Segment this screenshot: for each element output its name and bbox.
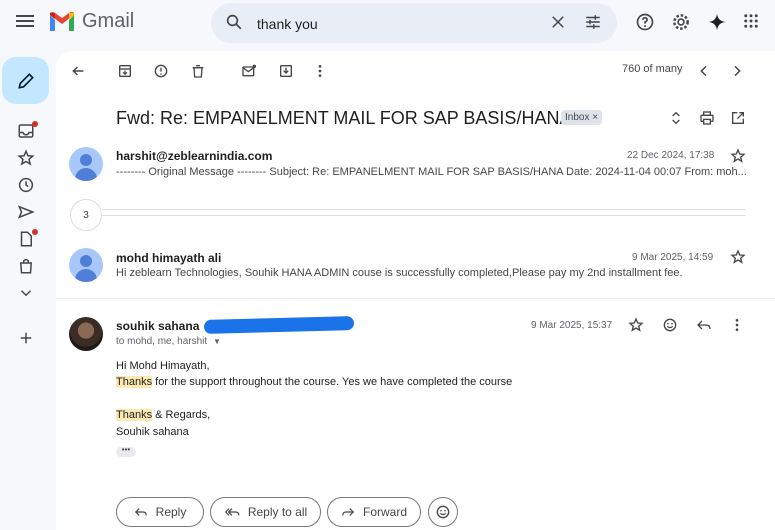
clear-search-icon[interactable] [549,13,567,31]
delete-trash-icon[interactable] [190,63,206,79]
recipients-dropdown-icon[interactable]: ▼ [213,337,221,346]
message-date: 9 Mar 2025, 15:37 [531,320,613,331]
gmail-m-icon [50,11,74,31]
chevron-down-icon[interactable] [17,284,35,302]
add-label-plus-icon[interactable] [17,329,35,347]
recipients-text: to mohd, me, harshit [116,336,208,347]
reply-icon [134,508,147,516]
report-spam-icon[interactable] [153,63,169,79]
gemini-sparkle-icon[interactable] [707,12,727,32]
newer-chevron-left-icon[interactable] [696,63,712,79]
message-date: 9 Mar 2025, 14:59 [632,252,714,263]
open-in-new-window-icon[interactable] [730,110,746,126]
remove-label-icon[interactable]: × [592,112,598,123]
search-input[interactable] [257,13,537,35]
mark-unread-icon[interactable] [241,63,257,79]
inbox-unread-dot [32,121,38,127]
settings-gear-icon[interactable] [671,12,691,32]
search-icon[interactable] [225,13,243,31]
starred-icon[interactable] [17,149,35,167]
app-name: Gmail [82,10,135,32]
forward-button[interactable]: Forward [327,497,421,527]
emoji-react-button[interactable] [428,497,458,527]
message-date: 22 Dec 2024, 17:38 [627,150,715,161]
top-bar: Gmail [0,0,775,46]
message-sender[interactable]: mohd himayath ali [116,251,221,265]
sent-icon[interactable] [17,203,35,221]
email-greeting: Hi Mohd Himayath, [116,360,210,372]
collapsed-divider [102,215,746,216]
message-sender[interactable]: souhik sahana [116,319,199,333]
sender-avatar[interactable] [69,147,103,181]
back-arrow-icon[interactable] [70,63,86,79]
emoji-reaction-icon[interactable] [662,317,678,333]
redacted-email-mark [203,316,355,334]
sender-photo-avatar[interactable] [69,317,103,351]
thread-view: 760 of many Fwd: Re: EMPANELMENT MAIL FO… [56,51,775,530]
inbox-label-chip[interactable]: Inbox × [561,110,603,125]
apps-grid-icon[interactable] [742,12,760,30]
more-options-vertical-icon[interactable] [312,63,328,79]
forward-icon [342,508,355,516]
pencil-icon [17,72,34,89]
show-trimmed-content-button[interactable]: ••• [116,446,136,457]
main-menu-icon[interactable] [14,12,36,34]
search-highlight: Thanks [116,376,153,388]
message-snippet[interactable]: -------- Original Message -------- Subje… [116,166,748,178]
reply-all-icon [224,508,240,516]
older-chevron-right-icon[interactable] [729,63,745,79]
message-snippet[interactable]: Hi zeblearn Technologies, Souhik HANA AD… [116,267,716,279]
archive-icon[interactable] [117,63,133,79]
inbox-label-text: Inbox [565,112,590,123]
email-signoff-text: & Regards, [152,409,211,421]
reply-button[interactable]: Reply [116,497,204,527]
expand-all-icon[interactable] [668,110,684,126]
snoozed-clock-icon[interactable] [17,176,35,194]
message-sender[interactable]: harshit@zeblearnindia.com [116,149,272,163]
search-highlight: Thanks [116,409,153,421]
star-icon[interactable] [730,148,746,164]
email-body-line: Thanks for the support throughout the co… [116,376,512,388]
email-signoff-line: Thanks & Regards, [116,409,210,421]
star-icon[interactable] [730,249,746,265]
help-icon[interactable] [635,12,655,32]
thread-subject: Fwd: Re: EMPANELMENT MAIL FOR SAP BASIS/… [116,108,572,128]
recipients-line[interactable]: to mohd, me, harshit ▼ [116,336,221,347]
reply-arrow-icon[interactable] [696,317,712,333]
smiley-icon [436,505,450,519]
search-options-icon[interactable] [584,13,602,31]
drafts-dot [32,229,38,235]
print-icon[interactable] [699,110,715,126]
reply-all-label: Reply to all [247,505,308,519]
email-signature-name: Souhik sahana [116,426,189,438]
star-icon[interactable] [628,317,644,333]
message-more-vertical-icon[interactable] [729,317,745,333]
compose-button[interactable] [2,57,49,104]
email-body-text: for the support throughout the course. Y… [152,376,513,388]
move-to-icon[interactable] [278,63,294,79]
gmail-logo[interactable]: Gmail [48,10,134,33]
message-count: 760 of many [622,63,683,75]
reply-all-button[interactable]: Reply to all [210,497,321,527]
search-bar [211,3,617,43]
reply-label: Reply [155,505,187,519]
collapsed-divider [102,209,746,210]
forward-label: Forward [362,505,407,519]
collapsed-messages-count[interactable]: 3 [70,199,102,231]
sender-avatar[interactable] [69,248,103,282]
purchases-bag-icon[interactable] [17,257,35,275]
message-divider [56,298,775,299]
